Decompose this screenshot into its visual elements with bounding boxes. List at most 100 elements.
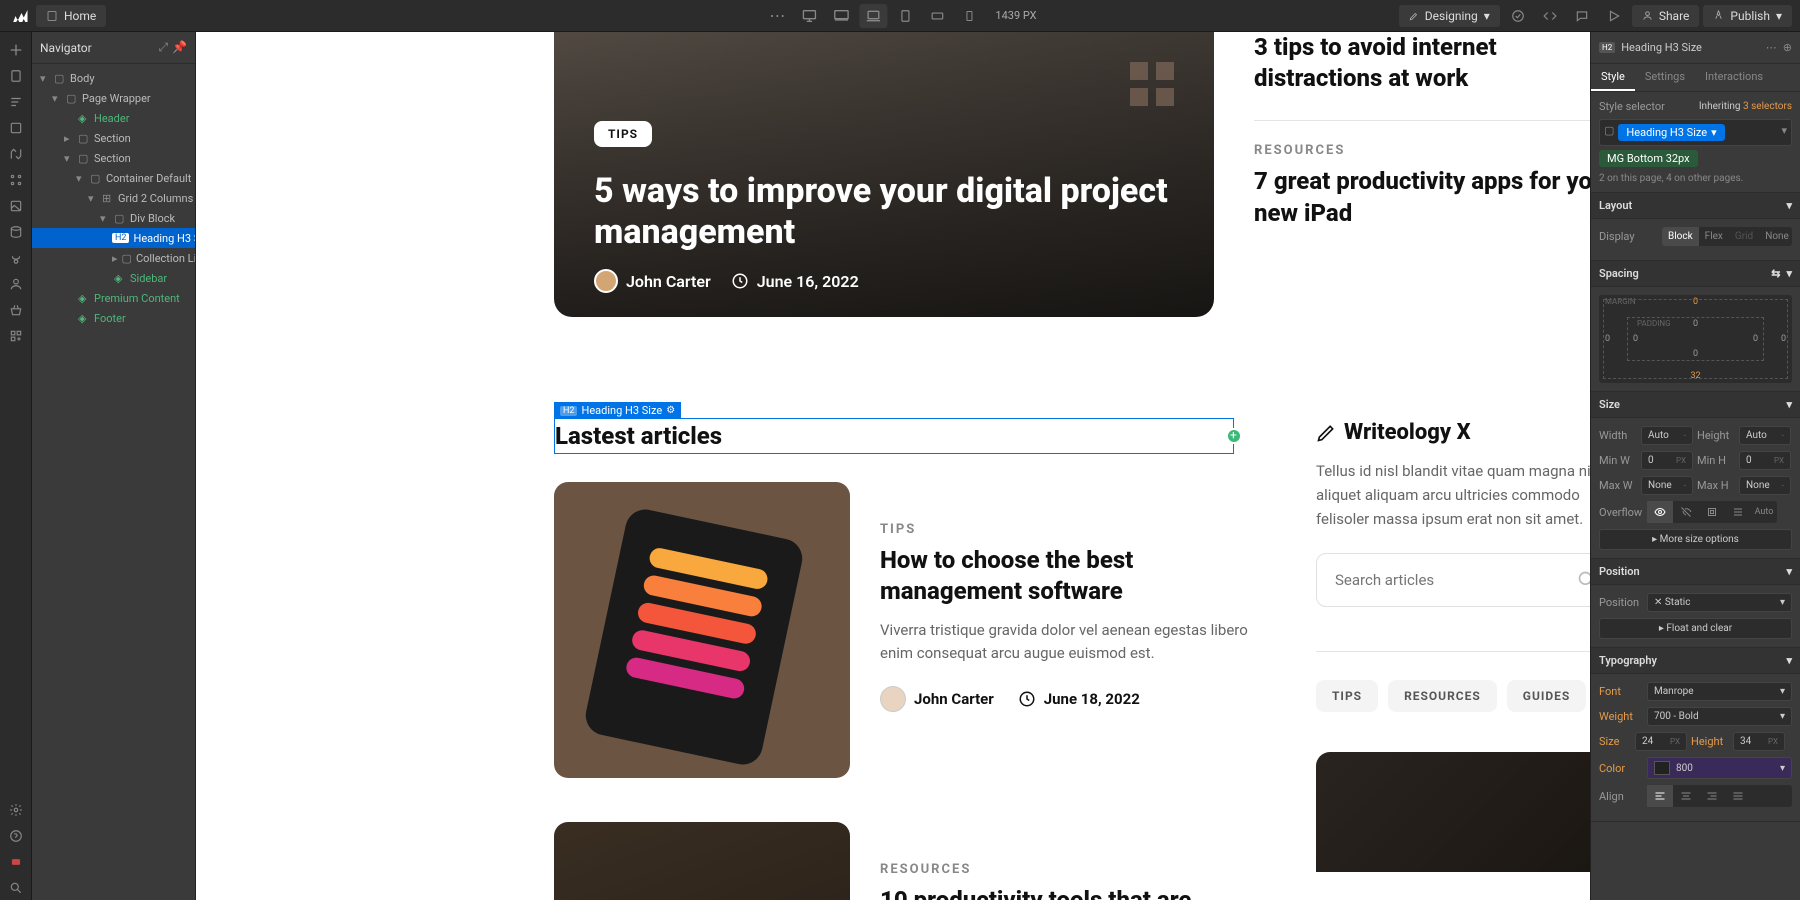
tree-container[interactable]: ▾▢Container Default [32,168,195,188]
tree-header[interactable]: ◈Header [32,108,195,128]
selection-badge[interactable]: H2Heading H3 Size⚙ [554,402,681,419]
side-title[interactable]: 7 great productivity apps for your new i… [1254,166,1590,228]
tab-interactions[interactable]: Interactions [1695,64,1773,91]
article-card[interactable]: RESOURCES 10 productivity tools that are [554,822,1254,900]
tree-grid[interactable]: ▾⊞Grid 2 Columns [32,188,195,208]
logic-icon[interactable] [4,142,28,166]
collapse-icon[interactable]: ⤢ [158,40,168,55]
selector-input[interactable]: ▢ Heading H3 Size▾ ▾ [1599,119,1792,146]
section-position[interactable]: Position▾ [1591,559,1800,585]
overflow-auto-icon[interactable] [1725,501,1751,523]
maxw-input[interactable]: None- [1641,476,1693,495]
tree-page-wrapper[interactable]: ▾▢Page Wrapper [32,88,195,108]
overflow-hidden-icon[interactable] [1673,501,1699,523]
users-icon[interactable] [4,272,28,296]
tree-collection[interactable]: ▸▢Collection Lis [32,248,195,268]
tree-heading-h3[interactable]: H2Heading H3 S [32,228,195,248]
check-circle-icon[interactable] [1504,4,1532,28]
hero-tag[interactable]: TIPS [594,121,652,147]
search-input[interactable] [1335,571,1567,589]
laptop-icon[interactable] [859,4,887,28]
float-clear-button[interactable]: ▸ Float and clear [1599,618,1792,639]
webflow-logo-icon[interactable] [8,4,32,28]
mode-button[interactable]: Designing ▾ [1399,5,1500,27]
tab-settings[interactable]: Settings [1635,64,1695,91]
tree-body[interactable]: ▾▢Body [32,68,195,88]
more-icon[interactable]: ⋯ [763,4,791,28]
line-height-input[interactable]: 34PX [1733,732,1785,751]
tag-pill[interactable]: GUIDES [1507,680,1587,712]
width-input[interactable]: Auto- [1641,426,1693,445]
overflow-visible-icon[interactable] [1647,501,1673,523]
search-icon[interactable] [4,876,28,900]
maxh-input[interactable]: None- [1739,476,1791,495]
search-icon[interactable] [1577,570,1590,590]
video-icon[interactable] [4,850,28,874]
hero-card[interactable]: TIPS 5 ways to improve your digital proj… [554,32,1214,317]
pin-icon[interactable]: 📌 [172,40,187,55]
basket-icon[interactable] [4,298,28,322]
align-center-icon[interactable] [1673,785,1699,807]
minh-input[interactable]: 0PX [1739,451,1791,470]
comment-icon[interactable] [1568,4,1596,28]
overflow-auto-text[interactable]: Auto [1751,501,1777,523]
preview-icon[interactable] [1600,4,1628,28]
more-icon[interactable]: ⋯ [1766,41,1777,54]
align-right-icon[interactable] [1699,785,1725,807]
more-size-button[interactable]: ▸ More size options [1599,529,1792,550]
display-block[interactable]: Block [1662,227,1699,246]
spacing-editor[interactable]: MARGIN PADDING 0 0 32 0 0 0 0 0 [1599,295,1792,383]
overflow-scroll-icon[interactable] [1699,501,1725,523]
tree-section[interactable]: ▾▢Section [32,148,195,168]
link-icon[interactable]: ⇆ [1771,267,1780,280]
selector-chip[interactable]: MG Bottom 32px [1599,150,1698,167]
tag-pill[interactable]: TIPS [1316,680,1378,712]
help-icon[interactable] [4,824,28,848]
tab-style[interactable]: Style [1591,64,1635,91]
tablet-icon[interactable] [891,4,919,28]
variables-icon[interactable] [4,168,28,192]
display-none[interactable]: None [1759,227,1792,246]
tree-premium[interactable]: ◈Premium Content [32,288,195,308]
assets-icon[interactable] [4,194,28,218]
height-input[interactable]: Auto- [1739,426,1791,445]
components-icon[interactable] [4,116,28,140]
tag-pill[interactable]: RESOURCES [1388,680,1497,712]
add-element-icon[interactable] [4,38,28,62]
publish-button[interactable]: Publish ▾ [1703,5,1792,27]
weight-select[interactable]: 700 - Bold▾ [1647,707,1792,726]
search-box[interactable] [1316,553,1590,607]
navigator-icon[interactable] [4,90,28,114]
tree-divblock[interactable]: ▾▢Div Block [32,208,195,228]
selector-chip[interactable]: Heading H3 Size▾ [1618,124,1724,141]
position-select[interactable]: ✕ Static▾ [1647,593,1792,612]
add-element-icon[interactable] [1226,428,1242,444]
font-select[interactable]: Manrope▾ [1647,682,1792,701]
desktop-large-icon[interactable] [827,4,855,28]
canvas[interactable]: TIPS 5 ways to improve your digital proj… [196,32,1590,900]
tree-sidebar[interactable]: ◈Sidebar [32,268,195,288]
apps-icon[interactable] [4,324,28,348]
article-title[interactable]: 10 productivity tools that are [880,885,1254,900]
desktop-icon[interactable] [795,4,823,28]
display-grid[interactable]: Grid [1729,227,1759,246]
minw-input[interactable]: 0PX [1641,451,1693,470]
tree-section[interactable]: ▸▢Section [32,128,195,148]
align-justify-icon[interactable] [1725,785,1751,807]
ecommerce-icon[interactable] [4,246,28,270]
section-spacing[interactable]: Spacing⇆▾ [1591,261,1800,287]
settings-icon[interactable] [4,798,28,822]
side-title[interactable]: 3 tips to avoid internet distractions at… [1254,32,1590,94]
align-left-icon[interactable] [1647,785,1673,807]
font-size-input[interactable]: 24PX [1635,732,1687,751]
phone-icon[interactable] [955,4,983,28]
focus-icon[interactable]: ⊕ [1783,41,1792,54]
section-size[interactable]: Size▾ [1591,392,1800,418]
tree-footer[interactable]: ◈Footer [32,308,195,328]
section-typography[interactable]: Typography▾ [1591,648,1800,674]
code-icon[interactable] [1536,4,1564,28]
section-layout[interactable]: Layout▾ [1591,193,1800,219]
share-button[interactable]: Share [1632,5,1700,27]
color-select[interactable]: 800▾ [1647,757,1792,779]
pages-icon[interactable] [4,64,28,88]
